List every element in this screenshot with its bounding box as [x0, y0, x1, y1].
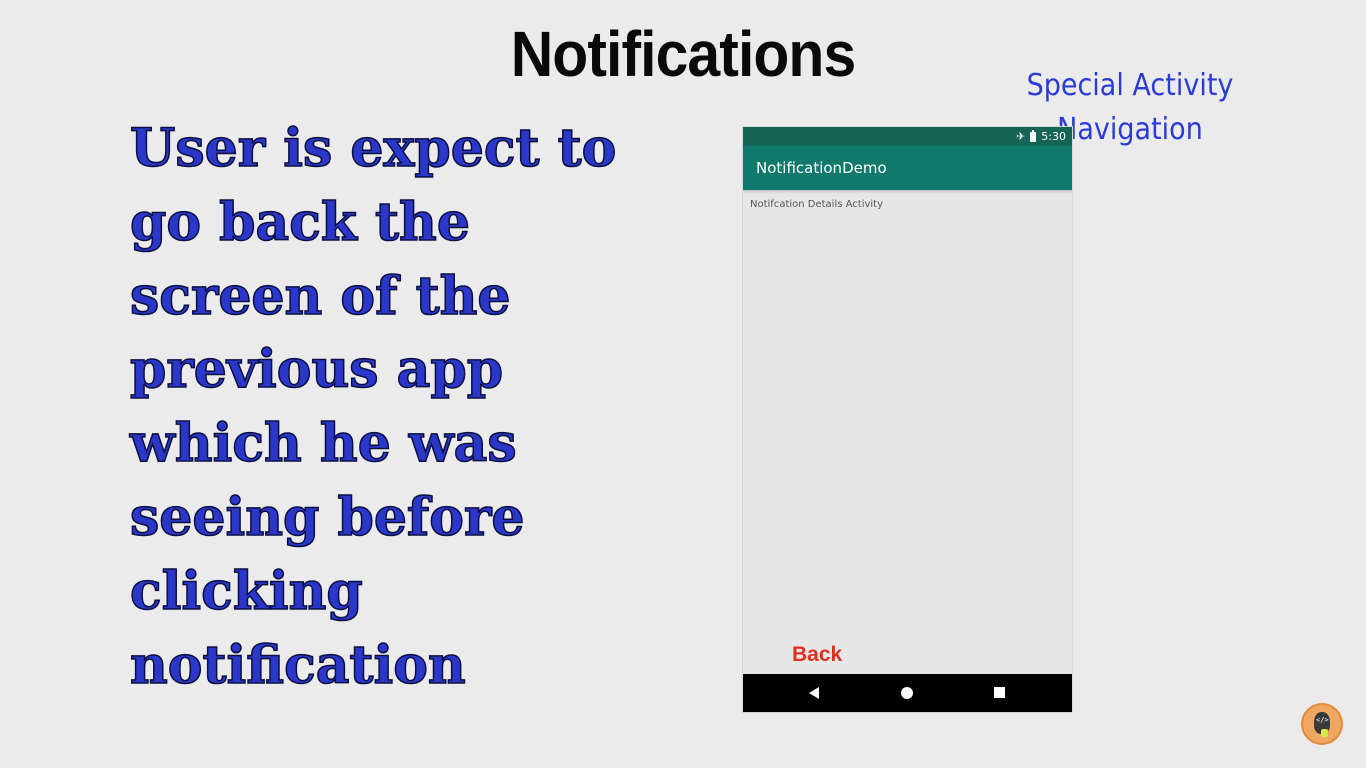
nav-back-icon[interactable] [809, 687, 819, 699]
status-bar: ✈ 5:30 [743, 127, 1072, 146]
back-annotation: Back [792, 643, 843, 666]
slide-body-text: User is expect to go back the screen of … [129, 117, 617, 696]
channel-avatar-icon: </> [1303, 705, 1341, 743]
app-bar-title: NotificationDemo [756, 159, 887, 177]
activity-content-label: Notifcation Details Activity [750, 199, 884, 210]
airplane-icon: ✈ [1016, 130, 1026, 143]
nav-recent-icon[interactable] [994, 687, 1005, 698]
system-nav-bar [743, 674, 1072, 712]
battery-icon [1030, 129, 1037, 142]
code-brackets-icon: </> [1316, 716, 1329, 724]
status-time: 5:30 [1041, 130, 1066, 143]
nav-home-icon[interactable] [901, 687, 913, 699]
phone-screenshot: ✈ 5:30 NotificationDemo Notifcation Deta… [743, 127, 1072, 712]
app-bar: NotificationDemo [743, 146, 1072, 190]
avatar-hand [1321, 729, 1328, 737]
status-icons: ✈ 5:30 [1016, 129, 1066, 144]
